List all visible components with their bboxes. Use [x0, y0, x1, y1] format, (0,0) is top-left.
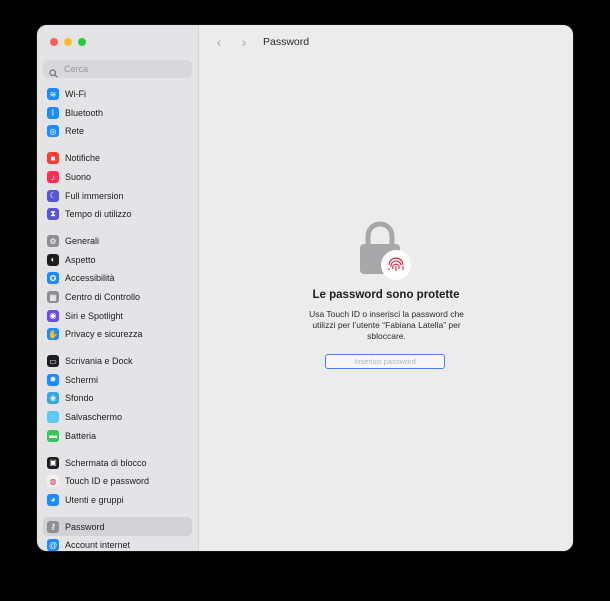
- sidebar-item-label: Tempo di utilizzo: [65, 209, 132, 220]
- fingerprint-icon: [381, 250, 411, 280]
- sidebar-item-bluetooth[interactable]: ᛒ Bluetooth: [43, 104, 192, 123]
- sidebar-item-wifi[interactable]: ≋ Wi-Fi: [43, 85, 192, 104]
- sidebar-item-label: Aspetto: [65, 254, 96, 265]
- internet-accounts-icon: @: [47, 539, 59, 551]
- focus-icon: ☾: [47, 189, 59, 202]
- sidebar-item-label: Scrivania e Dock: [65, 356, 133, 367]
- sidebar-item-label: Batteria: [65, 430, 97, 441]
- sidebar-item-control-center[interactable]: ▦ Centro di Controllo: [43, 288, 192, 307]
- sidebar-separator: [43, 344, 192, 352]
- sidebar-item-label: Bluetooth: [65, 107, 104, 118]
- sidebar-item-screen-time[interactable]: ⧗ Tempo di utilizzo: [43, 205, 192, 224]
- search-placeholder: Cerca: [64, 64, 89, 74]
- toolbar: ‹ › Password: [199, 25, 573, 59]
- sidebar-item-sound[interactable]: ♪ Suono: [43, 168, 192, 187]
- screen-time-icon: ⧗: [47, 208, 59, 221]
- accessibility-icon: ✪: [47, 272, 59, 285]
- sidebar-separator: [43, 224, 192, 232]
- control-center-icon: ▦: [47, 291, 59, 304]
- sidebar-item-label: Account internet: [65, 540, 131, 551]
- sidebar-item-label: Utenti e gruppi: [65, 494, 124, 505]
- sidebar-item-label: Wi-Fi: [65, 89, 86, 100]
- lock-screen-icon: ▣: [47, 456, 59, 469]
- sidebar-item-accessibility[interactable]: ✪ Accessibilità: [43, 269, 192, 288]
- passwords-icon: ⚷: [47, 520, 59, 533]
- privacy-icon: ✋: [47, 328, 59, 341]
- sidebar-item-label: Centro di Controllo: [65, 292, 141, 303]
- sidebar-item-wallpaper[interactable]: ❀ Sfondo: [43, 389, 192, 408]
- sidebar-list: ≋ Wi-Fi ᛒ Bluetooth ◎ Rete ■ Notifiche ♪ Suono ☾ Fu…: [43, 85, 192, 551]
- displays-icon: ✹: [47, 373, 59, 386]
- sidebar-item-label: Rete: [65, 126, 85, 137]
- window-controls: [50, 38, 86, 46]
- network-icon: ◎: [47, 125, 59, 138]
- sidebar-item-label: Sfondo: [65, 393, 94, 404]
- battery-icon: ▬: [47, 429, 59, 442]
- users-icon: ◕: [47, 493, 59, 506]
- general-icon: ⚙: [47, 235, 59, 248]
- sidebar-item-network[interactable]: ◎ Rete: [43, 122, 192, 141]
- sidebar-item-focus[interactable]: ☾ Full immersion: [43, 186, 192, 205]
- sidebar-item-label: Notifiche: [65, 153, 101, 164]
- sidebar-item-displays[interactable]: ✹ Schermi: [43, 370, 192, 389]
- sidebar-item-label: Full immersion: [65, 190, 124, 201]
- sidebar-item-privacy[interactable]: ✋ Privacy e sicurezza: [43, 325, 192, 344]
- protected-heading: Le password sono protette: [312, 289, 460, 301]
- sidebar-item-label: Suono: [65, 172, 92, 183]
- sidebar-item-label: Siri e Spotlight: [65, 310, 124, 321]
- sidebar-item-users[interactable]: ◕ Utenti e gruppi: [43, 490, 192, 509]
- sidebar-item-general[interactable]: ⚙ Generali: [43, 232, 192, 251]
- sidebar-item-passwords[interactable]: ⚷ Password: [43, 517, 192, 537]
- main-pane: ‹ › Password Le password sono protette U…: [199, 25, 573, 551]
- wifi-icon: ≋: [47, 88, 59, 101]
- touch-id-icon: ◍: [47, 475, 59, 488]
- sidebar-item-desktop-dock[interactable]: ▭ Scrivania e Dock: [43, 352, 192, 371]
- sidebar-item-siri[interactable]: ◉ Siri e Spotlight: [43, 306, 192, 325]
- page-title: Password: [263, 36, 310, 48]
- desktop-dock-icon: ▭: [47, 355, 59, 368]
- bluetooth-icon: ᛒ: [47, 106, 59, 119]
- password-input[interactable]: Inserisci password: [325, 354, 445, 369]
- forward-button[interactable]: ›: [238, 34, 250, 50]
- sidebar-item-battery[interactable]: ▬ Batteria: [43, 426, 192, 445]
- sidebar-separator: [43, 141, 192, 149]
- sidebar: Cerca ≋ Wi-Fi ᛒ Bluetooth ◎ Rete ■ Notifiche ♪ Su…: [37, 25, 199, 551]
- sidebar-item-touch-id[interactable]: ◍ Touch ID e password: [43, 472, 192, 491]
- sidebar-item-notifications[interactable]: ■ Notifiche: [43, 149, 192, 168]
- sidebar-separator: [43, 509, 192, 517]
- screensaver-icon: ◌: [47, 410, 59, 423]
- minimize-button[interactable]: [64, 38, 72, 46]
- search-icon: [49, 65, 58, 78]
- sidebar-item-label: Password: [65, 521, 105, 532]
- sidebar-item-label: Salvaschermo: [65, 411, 123, 422]
- zoom-button[interactable]: [78, 38, 86, 46]
- sidebar-item-appearance[interactable]: ◐ Aspetto: [43, 251, 192, 270]
- sidebar-item-screensaver[interactable]: ◌ Salvaschermo: [43, 408, 192, 427]
- back-button[interactable]: ‹: [213, 34, 225, 50]
- wallpaper-icon: ❀: [47, 392, 59, 405]
- lock-icon: [358, 216, 418, 282]
- sidebar-item-label: Schermata di blocco: [65, 457, 147, 468]
- sidebar-item-label: Privacy e sicurezza: [65, 329, 143, 340]
- settings-window: Cerca ≋ Wi-Fi ᛒ Bluetooth ◎ Rete ■ Notifiche ♪ Su…: [37, 25, 573, 551]
- sidebar-item-lock-screen[interactable]: ▣ Schermata di blocco: [43, 453, 192, 472]
- siri-icon: ◉: [47, 309, 59, 322]
- sidebar-item-label: Schermi: [65, 374, 99, 385]
- sidebar-item-label: Accessibilità: [65, 273, 115, 284]
- sidebar-item-internet-accounts[interactable]: @ Account internet: [43, 536, 192, 551]
- appearance-icon: ◐: [47, 253, 59, 266]
- sidebar-item-label: Touch ID e password: [65, 476, 150, 487]
- notifications-icon: ■: [47, 152, 59, 165]
- close-button[interactable]: [50, 38, 58, 46]
- sidebar-item-label: Generali: [65, 236, 100, 247]
- sound-icon: ♪: [47, 171, 59, 184]
- unlock-description: Usa Touch ID o inserisci la password che…: [309, 309, 464, 341]
- sidebar-separator: [43, 445, 192, 453]
- search-field[interactable]: Cerca: [43, 60, 192, 78]
